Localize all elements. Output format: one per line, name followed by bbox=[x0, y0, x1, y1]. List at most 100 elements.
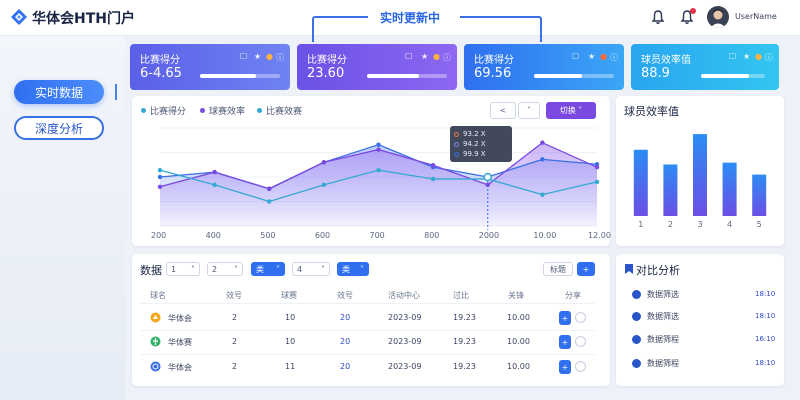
avatar[interactable] bbox=[707, 6, 729, 28]
search-button[interactable]: 标题 bbox=[543, 262, 573, 276]
data-point[interactable] bbox=[594, 179, 600, 185]
legend-item[interactable]: 球赛效率 bbox=[200, 104, 245, 117]
row-remove-icon[interactable] bbox=[575, 361, 586, 372]
bar[interactable] bbox=[722, 162, 737, 216]
chevron-down-icon: ˅ bbox=[578, 106, 583, 115]
bar[interactable] bbox=[633, 149, 648, 216]
filter-select[interactable]: 类 ˅ bbox=[251, 262, 285, 276]
legend-label: 比赛得分 bbox=[150, 107, 187, 117]
stat-card-efficiency[interactable]: 球员效率值 88.9 ☐ ★ ● ⓘ bbox=[631, 44, 779, 90]
data-point[interactable] bbox=[430, 163, 436, 168]
data-point[interactable] bbox=[157, 174, 163, 180]
stat-card-score-2[interactable]: 比赛得分 23.60 ☐ ★ ● ⓘ bbox=[297, 44, 457, 90]
table-header[interactable]: 效号 bbox=[337, 290, 353, 301]
stat-card-title: 比赛得分 bbox=[474, 55, 514, 66]
legend-dot bbox=[200, 108, 205, 113]
chevron-down-icon: ˅ bbox=[276, 264, 280, 274]
chart-prev-button[interactable]: < bbox=[490, 102, 516, 119]
table-cell: 10 bbox=[285, 313, 296, 322]
data-point[interactable] bbox=[376, 142, 381, 147]
team-name: 华体赛 bbox=[168, 338, 192, 347]
data-point[interactable] bbox=[430, 176, 436, 182]
data-point[interactable] bbox=[212, 169, 217, 175]
table-header[interactable]: 关锋 bbox=[508, 290, 524, 301]
filter-select[interactable]: 2 ˅ bbox=[207, 262, 243, 276]
row-remove-icon[interactable] bbox=[575, 312, 586, 323]
data-point[interactable] bbox=[267, 186, 272, 191]
filter-select[interactable]: 1 ˅ bbox=[166, 262, 200, 276]
data-point[interactable] bbox=[540, 192, 545, 197]
data-point[interactable] bbox=[157, 167, 163, 173]
stat-card-value: 6-4.65 bbox=[140, 66, 182, 81]
logo-icon bbox=[11, 9, 27, 25]
data-point[interactable] bbox=[321, 160, 327, 165]
compare-item[interactable]: 数据筛选 bbox=[632, 289, 679, 300]
compare-item[interactable]: 数据筛程 bbox=[632, 358, 679, 369]
table-header[interactable]: 活动中心 bbox=[388, 290, 420, 301]
stat-card-progress bbox=[534, 74, 614, 78]
compare-item[interactable]: 数据筛选 bbox=[632, 311, 679, 322]
row-add-button[interactable]: + bbox=[559, 360, 571, 374]
nav-realtime-data[interactable]: 实时数据 bbox=[14, 80, 104, 104]
live-update-tab[interactable]: 实时更新中 bbox=[380, 9, 440, 26]
table-header[interactable]: 效号 bbox=[226, 290, 242, 301]
legend-item[interactable]: 比赛得分 bbox=[141, 104, 186, 117]
filter-select[interactable]: 4 ˅ bbox=[292, 262, 330, 276]
data-point[interactable] bbox=[376, 167, 381, 173]
stat-card-progress-fill bbox=[534, 74, 582, 78]
table-cell: 20 bbox=[340, 337, 351, 346]
nav-deep-analysis[interactable]: 深度分析 bbox=[14, 116, 104, 140]
x-tick-label: 200 bbox=[151, 231, 167, 240]
star-icon: ★ bbox=[743, 52, 751, 61]
data-point[interactable] bbox=[267, 199, 272, 204]
chart-dropdown-button[interactable]: ˅ bbox=[518, 102, 540, 119]
compare-item-label: 数据筛选 bbox=[647, 312, 679, 321]
row-add-button[interactable]: + bbox=[559, 335, 571, 349]
data-point[interactable] bbox=[376, 147, 381, 152]
notification-bell-icon[interactable] bbox=[650, 9, 666, 25]
bar[interactable] bbox=[663, 164, 678, 216]
chart-mode-button[interactable]: 切换 ˅ bbox=[546, 102, 596, 119]
table-header[interactable]: 分享 bbox=[565, 290, 581, 301]
table-cell: 10 bbox=[285, 337, 296, 346]
chart-mode-label: 切换 bbox=[559, 106, 576, 115]
stat-card-score-1[interactable]: 比赛得分 6-4.65 ☐ ★ ● ⓘ bbox=[130, 44, 290, 90]
x-tick-label: 3 bbox=[697, 220, 702, 228]
top-header: 华体会HTH门户 实时更新中 UserName bbox=[0, 0, 800, 42]
compare-item-label: 数据筛程 bbox=[647, 335, 679, 344]
bar[interactable] bbox=[752, 174, 767, 216]
table-cell: 19.23 bbox=[453, 313, 476, 322]
stat-card-progress bbox=[367, 74, 447, 78]
table-header[interactable]: 球名 bbox=[150, 290, 166, 301]
table-cell: 2 bbox=[232, 337, 238, 346]
window-icon: ☐ bbox=[240, 52, 248, 61]
bar[interactable] bbox=[693, 134, 707, 216]
chevron-down-icon: ˅ bbox=[360, 264, 364, 274]
data-point[interactable] bbox=[540, 157, 545, 162]
stat-card-title: 比赛得分 bbox=[307, 55, 347, 66]
tooltip-dot bbox=[454, 141, 459, 147]
compare-item[interactable]: 数据筛程 bbox=[632, 334, 679, 345]
check-icon bbox=[632, 359, 641, 368]
info-icon: ⓘ bbox=[610, 53, 618, 62]
user-name[interactable]: UserName bbox=[735, 12, 777, 21]
team-name: 华体会 bbox=[168, 314, 192, 323]
legend-item[interactable]: 比赛效赛 bbox=[257, 104, 302, 117]
data-point[interactable] bbox=[157, 184, 163, 189]
table-header[interactable]: 过比 bbox=[453, 290, 469, 301]
table-header[interactable]: 球赛 bbox=[281, 290, 297, 301]
table-cell: 2023-09 bbox=[388, 313, 422, 322]
data-point[interactable] bbox=[540, 140, 545, 145]
add-row-button[interactable]: + bbox=[577, 262, 595, 276]
stat-card-score-3[interactable]: 比赛得分 69.56 ☐ ★ ● ⓘ bbox=[464, 44, 624, 90]
legend-label: 比赛效赛 bbox=[266, 107, 303, 117]
row-remove-icon[interactable] bbox=[575, 336, 586, 347]
stat-card-progress bbox=[701, 74, 765, 78]
filter-select[interactable]: 类 ˅ bbox=[337, 262, 369, 276]
data-point[interactable] bbox=[594, 165, 600, 170]
app-title: 华体会HTH门户 bbox=[32, 11, 135, 27]
data-point[interactable] bbox=[321, 182, 327, 188]
row-add-button[interactable]: + bbox=[559, 311, 571, 325]
data-point[interactable] bbox=[212, 182, 217, 188]
compare-item-time: 18:10 bbox=[755, 290, 776, 298]
